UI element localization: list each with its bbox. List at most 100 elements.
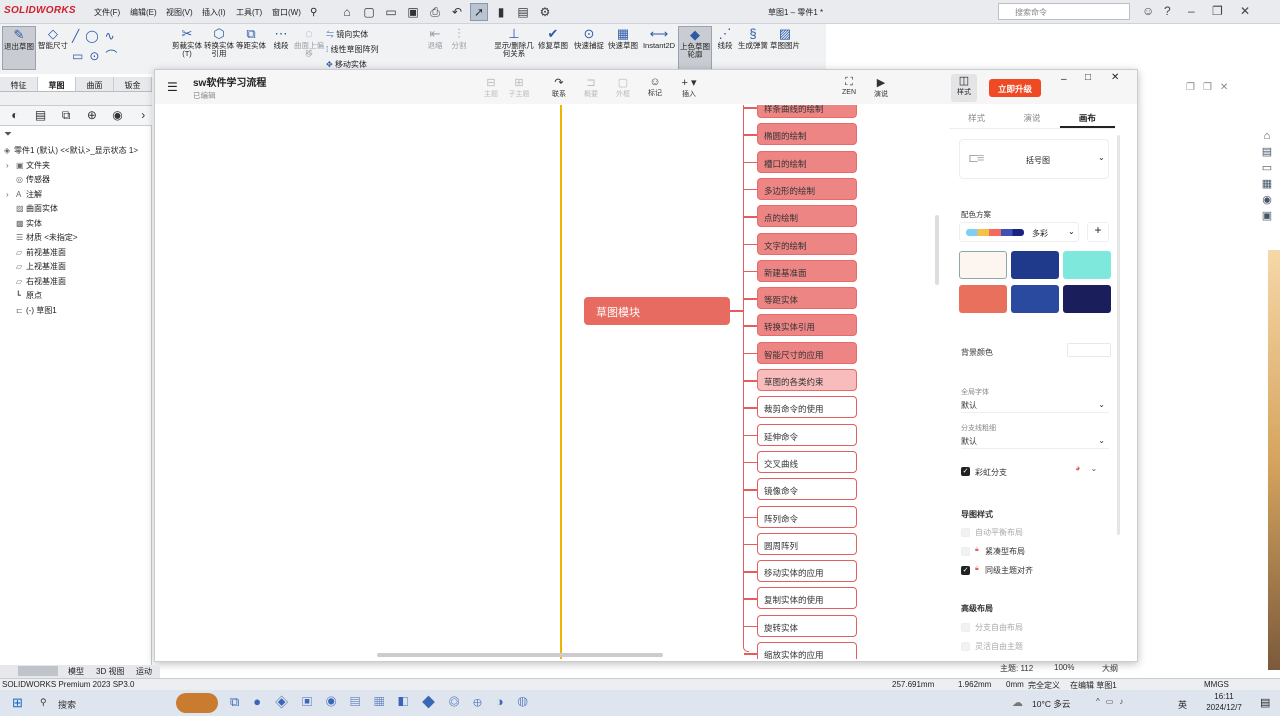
zen-button[interactable]: ⛶ ZEN xyxy=(831,76,867,96)
tree-item-folder[interactable]: › ▣ 文件夹 xyxy=(6,160,50,171)
open-folder-icon[interactable]: ▭ xyxy=(382,3,400,21)
subtopic-node[interactable]: 椭圆的绘制 xyxy=(757,123,857,146)
split-button[interactable]: ⫶ 分割 xyxy=(442,26,476,70)
linear-pattern-button[interactable]: ⁞ 线性草图阵列 xyxy=(326,42,378,57)
upgrade-button[interactable]: 立即升级 xyxy=(989,79,1041,97)
file-properties-icon[interactable]: ▤ xyxy=(514,3,532,21)
tree-item-material[interactable]: ☰ 材质 <未指定> xyxy=(16,232,78,243)
clock-time[interactable]: 16:11 xyxy=(1204,692,1244,701)
subtopic-node[interactable]: 阵列命令 xyxy=(757,505,857,528)
tab-style[interactable]: 样式 xyxy=(949,105,1004,128)
theme-thumb-4[interactable] xyxy=(959,285,1007,313)
tab-scroll[interactable] xyxy=(18,666,58,676)
sketch-picture-button[interactable]: ▨ 草图图片 xyxy=(768,26,802,70)
subtopic-node[interactable]: 移动实体的应用 xyxy=(757,560,857,583)
style-panel-button[interactable]: ◫ 样式 xyxy=(951,74,977,102)
pin-icon[interactable]: ⚲ xyxy=(310,7,317,18)
free-branch-checkbox[interactable] xyxy=(961,623,970,632)
subtopic-node[interactable]: 转换实体引用 xyxy=(757,314,857,337)
tree-item-annotations[interactable]: › A 注解 xyxy=(6,189,42,200)
tab-pitch[interactable]: 演说 xyxy=(1004,105,1059,128)
display-manager-icon[interactable]: ◉ xyxy=(109,106,127,125)
subtopic-node[interactable]: 草图的各类约束 xyxy=(757,369,857,391)
menu-view[interactable]: 视图(V) xyxy=(166,7,193,18)
outline-button[interactable]: 大纲 xyxy=(1102,663,1118,674)
branch-width-select[interactable]: 默认 ⌄ xyxy=(961,433,1109,449)
property-manager-icon[interactable]: ▤ xyxy=(32,106,50,125)
subtopic-node[interactable]: 点的绘制 xyxy=(757,205,857,228)
theme-thumb-6[interactable] xyxy=(1063,285,1111,313)
save-icon[interactable]: ▣ xyxy=(404,3,422,21)
quick-sketch-button[interactable]: ▦ 快速草图 xyxy=(606,26,640,70)
viewport-window-controls[interactable]: ❐❐✕ xyxy=(1186,82,1236,93)
horizontal-scrollbar[interactable] xyxy=(377,653,663,657)
expand-arrow-icon[interactable]: › xyxy=(134,106,152,125)
vertical-scrollbar[interactable] xyxy=(935,215,939,285)
tree-item-front-plane[interactable]: ▱ 前视基准面 xyxy=(16,247,66,258)
tree-item-sketch1[interactable]: ⊏ (-) 草图1 xyxy=(16,305,57,316)
menu-tools[interactable]: 工具(T) xyxy=(236,7,262,18)
unit-system[interactable]: MMGS xyxy=(1204,680,1229,689)
print-icon[interactable]: ⎙ xyxy=(426,3,444,21)
menu-window[interactable]: 窗口(W) xyxy=(272,7,301,18)
subtopic-node[interactable]: 裁剪命令的使用 xyxy=(757,396,857,419)
maximize-icon[interactable]: □ xyxy=(1085,72,1091,83)
select-cursor-icon[interactable]: ➚ xyxy=(470,3,488,21)
subtopic-button[interactable]: ⊞ 子主题 xyxy=(501,76,537,99)
subtopic-node[interactable]: 复制实体的使用 xyxy=(757,587,857,610)
minimize-icon[interactable]: – xyxy=(1061,74,1067,85)
shade-sketch-button[interactable]: ◆ 上色草图轮廓 xyxy=(678,26,712,70)
tab-surfaces[interactable]: 曲面 xyxy=(76,77,114,91)
theme-thumb-3[interactable] xyxy=(1063,251,1111,279)
subtopic-node[interactable]: 多边形的绘制 xyxy=(757,177,857,200)
tab-features[interactable]: 特征 xyxy=(0,77,38,91)
clock-date[interactable]: 2024/12/7 xyxy=(1196,703,1252,712)
subtopic-node[interactable]: 槽口的绘制 xyxy=(757,150,857,173)
minimize-icon[interactable]: – xyxy=(1188,4,1195,18)
compact-layout-checkbox[interactable] xyxy=(961,547,970,556)
add-scheme-button[interactable]: + xyxy=(1087,222,1109,242)
color-scheme-select[interactable]: 多彩 ⌄ xyxy=(959,222,1079,242)
options-gear-icon[interactable]: ⚙ xyxy=(536,3,554,21)
subtopic-node[interactable]: 镜像命令 xyxy=(757,478,857,501)
summary-button[interactable]: ⊐ 概要 xyxy=(573,76,609,99)
tree-root[interactable]: ◈ 零件1 (默认) <<默认>_显示状态 1> xyxy=(4,145,138,156)
smart-dimension-button[interactable]: ◇ 智能尺寸 xyxy=(36,26,70,70)
sketch-entity-tools[interactable]: ╱◯∿ ▭⊙⌒ xyxy=(72,26,168,70)
taskbar-apps[interactable]: ⧉●◈▣◉▤▦◧◆◎⊕◑◍ xyxy=(230,694,542,710)
tray-icons[interactable]: ^▭♪ xyxy=(1096,697,1129,706)
convert-entities-button[interactable]: ⬡ 转换实体引用 xyxy=(202,26,236,70)
menu-insert[interactable]: 插入(I) xyxy=(202,7,226,18)
layout-selector[interactable]: ⊏≡ 括号图 ⌄ xyxy=(959,139,1109,179)
global-font-select[interactable]: 默认 ⌄ xyxy=(961,397,1109,413)
menu-file[interactable]: 文件(F) xyxy=(94,7,120,18)
background-color-swatch[interactable] xyxy=(1067,343,1111,357)
weather-text[interactable]: 10°C 多云 xyxy=(1032,698,1070,710)
exit-sketch-button[interactable]: ✎ 退出草图 xyxy=(2,26,36,70)
marker-button[interactable]: ☺ 标记 xyxy=(637,76,673,98)
notification-icon[interactable]: ▤ xyxy=(1260,696,1270,709)
tree-item-right-plane[interactable]: ▱ 右视基准面 xyxy=(16,276,66,287)
undo-icon[interactable]: ↶ xyxy=(448,3,466,21)
subtopic-node[interactable]: 样条曲线的绘制 xyxy=(757,105,857,118)
trim-button[interactable]: ✂ 剪裁实体(T) xyxy=(170,26,204,70)
subtopic-node[interactable]: 缩放实体的应用 xyxy=(757,642,857,659)
tree-item-sensors[interactable]: ◎ 传感器 xyxy=(16,174,50,185)
quick-snap-button[interactable]: ⊙ 快速捕捉 xyxy=(572,26,606,70)
tab-sketch[interactable]: 草图 xyxy=(38,77,76,91)
relationship-button[interactable]: ↷ 联系 xyxy=(541,76,577,99)
restore-icon[interactable]: ❐ xyxy=(1212,4,1223,18)
tree-item-surface-bodies[interactable]: ▨ 曲面实体 xyxy=(16,203,58,214)
insert-button[interactable]: + ▾ 插入 xyxy=(671,76,707,99)
rainbow-branch-checkbox[interactable]: ✓ xyxy=(961,467,970,476)
subtopic-node[interactable]: 智能尺寸的应用 xyxy=(757,341,857,364)
menu-edit[interactable]: 编辑(E) xyxy=(130,7,157,18)
central-topic[interactable]: 草图模块 xyxy=(584,297,730,325)
filter-icon[interactable]: ⏷ xyxy=(4,129,12,140)
tree-item-origin[interactable]: ┗ 原点 xyxy=(16,290,42,301)
traffic-light-icon[interactable]: ▮ xyxy=(492,3,510,21)
repair-sketch-button[interactable]: ✔ 修复草图 xyxy=(536,26,570,70)
auto-balance-checkbox[interactable] xyxy=(961,528,970,537)
relations-button[interactable]: ⊥ 显示/删除几何关系 xyxy=(494,26,534,70)
tree-item-solid-bodies[interactable]: ▩ 实体 xyxy=(16,218,42,229)
